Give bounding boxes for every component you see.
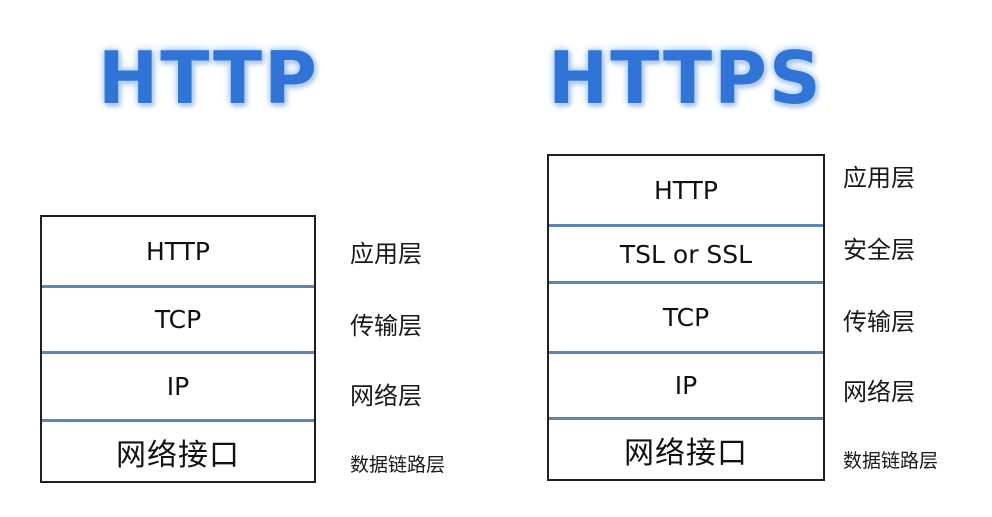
http-stack-layer-network: IP <box>42 351 314 419</box>
http-stack-layer-label: IP <box>166 372 190 401</box>
https-layer-name-security: 安全层 <box>843 236 915 264</box>
http-stack-layer-interface: 网络接口 <box>42 419 314 481</box>
https-protocol-stack: HTTP TSL or SSL TCP IP 网络接口 <box>547 154 825 481</box>
https-stack-layer-label: HTTP <box>654 175 718 205</box>
https-stack-layer-label: TCP <box>662 303 710 332</box>
http-stack-layer-label: HTTP <box>146 236 210 266</box>
https-stack-layer-label: IP <box>674 371 698 400</box>
https-title: HTTPS <box>548 36 823 120</box>
http-layer-name-network: 网络层 <box>350 382 422 410</box>
https-layer-name-network: 网络层 <box>843 378 915 406</box>
https-stack-layer-interface: 网络接口 <box>549 417 823 479</box>
http-protocol-stack: HTTP TCP IP 网络接口 <box>40 215 316 483</box>
https-stack-layer-network: IP <box>549 351 823 417</box>
http-stack-layer-transport: TCP <box>42 285 314 351</box>
https-layer-name-datalink: 数据链路层 <box>843 450 939 472</box>
https-stack-layer-application: HTTP <box>549 156 823 224</box>
https-layer-name-transport: 传输层 <box>843 308 915 336</box>
http-stack-layer-label: TCP <box>154 305 202 334</box>
http-layer-name-datalink: 数据链路层 <box>350 454 446 476</box>
http-layer-name-transport: 传输层 <box>350 312 422 340</box>
https-layer-name-application: 应用层 <box>843 164 915 192</box>
https-stack-layer-label: 网络接口 <box>624 435 748 471</box>
http-title: HTTP <box>98 36 319 120</box>
https-stack-layer-security: TSL or SSL <box>549 224 823 281</box>
http-layer-name-application: 应用层 <box>350 240 422 268</box>
http-stack-layer-application: HTTP <box>42 217 314 285</box>
https-stack-layer-label: TSL or SSL <box>619 239 753 269</box>
http-stack-layer-label: 网络接口 <box>116 437 240 473</box>
https-stack-layer-transport: TCP <box>549 281 823 351</box>
